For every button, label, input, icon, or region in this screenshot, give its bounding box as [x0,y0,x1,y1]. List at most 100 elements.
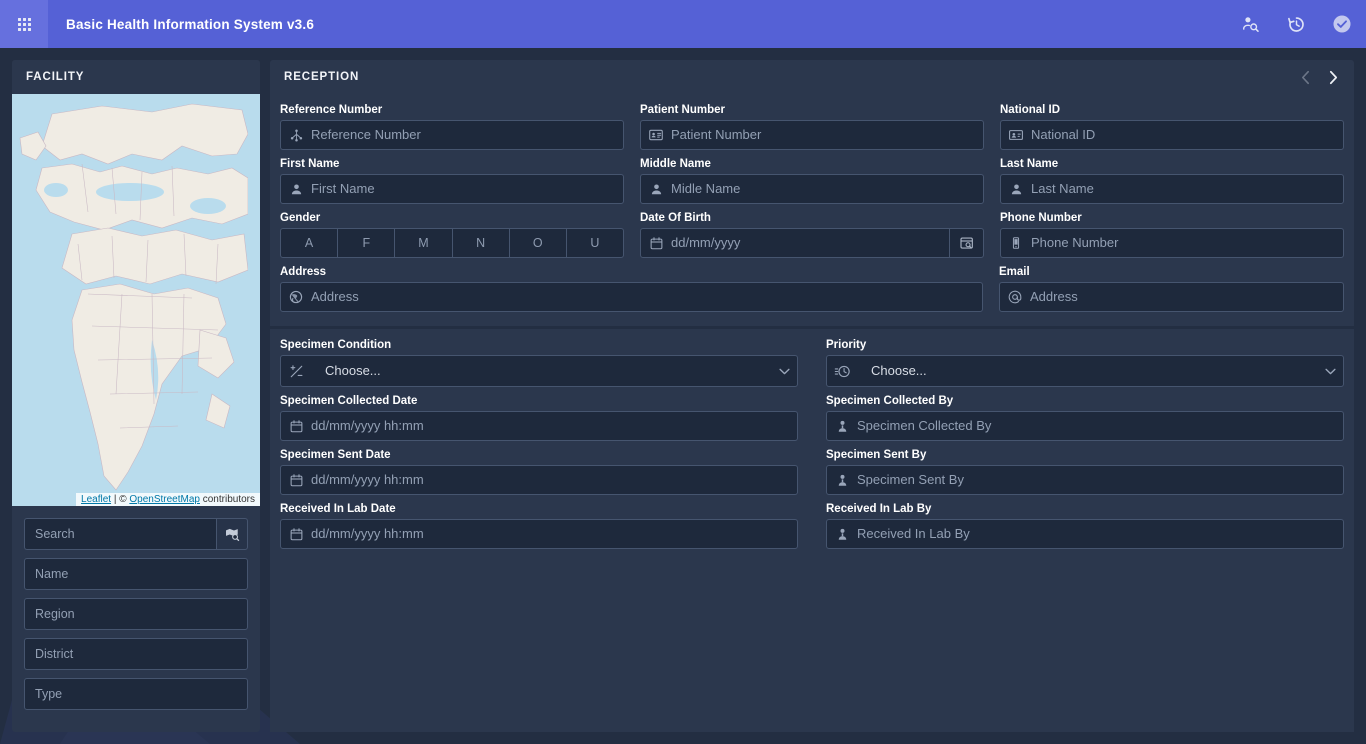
apps-launcher-button[interactable] [0,0,48,48]
received-in-lab-date-control [280,519,798,549]
patient-row-names: First Name Middle Name [280,158,1344,212]
priority-field: Priority Choose... [826,339,1344,387]
reference-number-field: Reference Number [280,104,624,150]
chevron-down-icon [778,368,790,374]
facility-region-input[interactable] [24,598,248,630]
email-input[interactable] [1030,283,1343,311]
next-record-button[interactable] [1326,68,1340,86]
gender-label: Gender [280,212,321,224]
history-restore-button[interactable] [1284,12,1308,36]
last-name-control [1000,174,1344,204]
attr-suffix: contributors [199,494,255,505]
reference-number-input[interactable] [311,121,623,149]
map-attribution: Leaflet | © OpenStreetMap contributors [76,493,260,506]
phone-number-label: Phone Number [1000,212,1082,224]
specimen-row-collected: Specimen Collected Date dd/mm/yyyy hh:mm… [280,395,1344,449]
reception-nav [1298,68,1344,86]
national-id-label: National ID [1000,104,1061,116]
doctor-icon [827,473,857,488]
facility-search-button[interactable] [216,518,248,550]
chevron-left-icon [1301,70,1309,84]
facility-search-row [24,518,248,550]
specimen-collected-by-input[interactable] [857,412,1343,440]
app-bar-actions [1238,0,1354,48]
specimen-condition-caret[interactable] [771,368,797,375]
specimen-details-section: Specimen Condition Choose... Priority Ch… [270,329,1354,732]
first-name-input[interactable] [311,175,623,203]
specimen-sent-by-control [826,465,1344,495]
facility-panel-title: FACILITY [12,60,260,94]
phone-number-control [1000,228,1344,258]
history-restore-icon [1287,16,1304,32]
specimen-condition-select[interactable]: Choose... [280,355,798,387]
facility-district-input[interactable] [24,638,248,670]
check-circle-icon [1333,15,1351,33]
specimen-collected-date-label: Specimen Collected Date [280,395,418,407]
email-field: Email [999,266,1344,312]
gender-option-a[interactable]: A [281,229,339,257]
attr-copyright: © [119,494,130,505]
chevron-down-icon [1324,368,1336,374]
gender-option-f[interactable]: F [338,229,396,257]
specimen-sent-by-field: Specimen Sent By [826,449,1344,495]
reception-panel: RECEPTION Reference Number Reference Num… [270,60,1354,732]
patient-search-icon [1243,17,1259,32]
address-label: Address [280,266,327,278]
main-layout: FACILITY Leaflet | © OpenStreetMap contr… [0,48,1366,744]
calendar-icon [641,236,671,251]
person-icon [1001,182,1031,197]
specimen-collected-by-control [826,411,1344,441]
email-label: Email [999,266,1030,278]
specimen-collected-date-input[interactable] [311,412,797,440]
patient-number-input[interactable] [671,121,983,149]
gender-option-u[interactable]: U [567,229,623,257]
priority-value: Choose... [871,363,927,378]
specimen-collected-date-field: Specimen Collected Date [280,395,798,441]
address-input[interactable] [311,283,982,311]
calendar-icon [281,473,311,488]
specimen-sent-date-input[interactable] [311,466,797,494]
gender-segmented-control: A F M N O U [280,228,624,258]
received-in-lab-by-input[interactable] [857,520,1343,548]
specimen-sent-date-label: Specimen Sent Date [280,449,391,461]
phone-number-input[interactable] [1031,229,1343,257]
doctor-icon [827,527,857,542]
priority-label: Priority [826,339,867,351]
reception-header: RECEPTION [270,60,1354,94]
specimen-sent-by-input[interactable] [857,466,1343,494]
date-of-birth-control [640,228,984,258]
middle-name-control [640,174,984,204]
gender-option-n[interactable]: N [453,229,510,257]
calendar-icon [281,527,311,542]
calendar-icon [281,419,311,434]
facility-type-input[interactable] [24,678,248,710]
date-of-birth-picker-button[interactable] [949,229,983,257]
globe-icon [281,289,311,305]
facility-search-input[interactable] [24,518,216,550]
priority-caret[interactable] [1317,368,1343,375]
id-photo-icon [1001,127,1031,143]
facility-name-input[interactable] [24,558,248,590]
app-title: Basic Health Information System v3.6 [66,16,315,32]
confirm-button[interactable] [1330,12,1354,36]
last-name-input[interactable] [1031,175,1343,203]
national-id-control [1000,120,1344,150]
received-in-lab-date-input[interactable] [311,520,797,548]
facility-map[interactable]: Leaflet | © OpenStreetMap contributors [12,94,260,506]
attr-separator: | [111,494,120,505]
leaflet-link[interactable]: Leaflet [81,494,111,505]
middle-name-label: Middle Name [640,158,711,170]
national-id-input[interactable] [1031,121,1343,149]
date-of-birth-field: Date Of Birth [640,212,984,258]
openstreetmap-link[interactable]: OpenStreetMap [129,494,200,505]
patient-search-button[interactable] [1238,12,1262,36]
gender-option-o[interactable]: O [510,229,567,257]
patient-number-control [640,120,984,150]
middle-name-input[interactable] [671,175,983,203]
patient-row-demographics: Gender A F M N O U Date Of Birth dd/mm/y… [280,212,1344,266]
date-of-birth-input[interactable] [671,229,949,257]
gender-option-m[interactable]: M [395,229,453,257]
priority-select[interactable]: Choose... [826,355,1344,387]
prev-record-button[interactable] [1298,68,1312,86]
reception-panel-title: RECEPTION [284,71,360,83]
